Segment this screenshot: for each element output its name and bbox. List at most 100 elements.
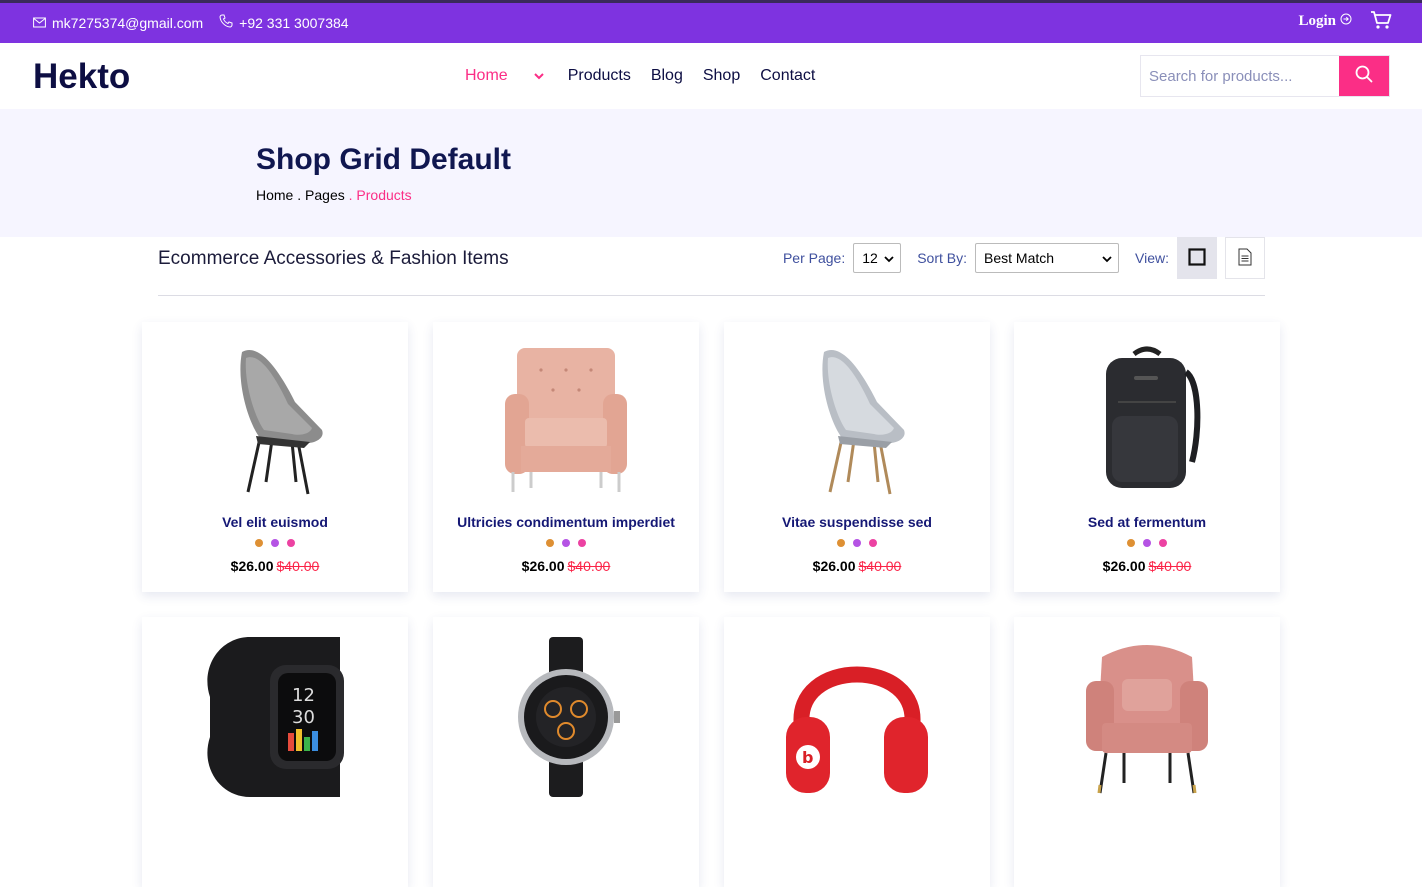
- color-swatch[interactable]: [287, 539, 295, 547]
- product-card[interactable]: Ultricies condimentum imperdiet $26.00 $4…: [433, 322, 699, 592]
- page-title: Shop Grid Default: [256, 143, 511, 176]
- color-swatch[interactable]: [578, 539, 586, 547]
- toolbar-controls: Per Page: 12 Sort By: Best Match View:: [783, 237, 1265, 279]
- login-label: Login: [1298, 13, 1336, 29]
- search-input[interactable]: [1141, 56, 1339, 96]
- sort-by-select[interactable]: Best Match: [975, 243, 1120, 273]
- nav-shop[interactable]: Shop: [703, 67, 740, 85]
- logo[interactable]: Hekto: [33, 57, 130, 97]
- sort-by-label: Sort By:: [917, 250, 968, 266]
- section-heading: Ecommerce Accessories & Fashion Items: [158, 248, 509, 269]
- product-card[interactable]: Sed at fermentum $26.00 $40.00: [1014, 322, 1280, 592]
- per-page-select[interactable]: 12: [853, 243, 902, 273]
- phone-icon: [219, 14, 233, 31]
- product-card[interactable]: [1014, 617, 1280, 887]
- phone-contact[interactable]: +92 331 3007384: [219, 14, 349, 31]
- chevron-down-icon[interactable]: [533, 69, 544, 83]
- breadcrumb-current: Products: [356, 187, 412, 203]
- mail-icon: [33, 15, 46, 31]
- main-nav: Home Products Blog Shop Contact: [465, 67, 835, 85]
- current-price: $26.00: [230, 558, 274, 574]
- current-price: $26.00: [521, 558, 565, 574]
- color-swatches: [433, 539, 699, 547]
- document-icon: [1237, 248, 1253, 269]
- product-image[interactable]: [1072, 637, 1222, 797]
- color-swatches: [1014, 539, 1280, 547]
- product-card[interactable]: 12 30: [142, 617, 408, 887]
- svg-text:b: b: [802, 748, 813, 767]
- cart-icon[interactable]: [1370, 10, 1392, 33]
- nav-contact[interactable]: Contact: [760, 67, 815, 85]
- email-text: mk7275374@gmail.com: [52, 14, 204, 31]
- color-swatch[interactable]: [837, 539, 845, 547]
- color-swatch[interactable]: [1159, 539, 1167, 547]
- per-page-value: 12: [862, 250, 878, 266]
- breadcrumb-pages[interactable]: Pages: [305, 187, 345, 203]
- breadcrumb-separator: .: [344, 187, 357, 203]
- product-image[interactable]: [782, 342, 932, 502]
- login-icon: [1340, 13, 1352, 30]
- product-price: [433, 853, 699, 869]
- product-image[interactable]: 12 30: [200, 637, 350, 797]
- email-contact[interactable]: mk7275374@gmail.com: [33, 15, 203, 31]
- product-image[interactable]: [491, 342, 641, 502]
- product-name[interactable]: Ultricies condimentum imperdiet: [433, 514, 699, 530]
- product-price: $26.00 $40.00: [1014, 558, 1280, 574]
- product-name[interactable]: Vitae suspendisse sed: [724, 514, 990, 530]
- product-price: [724, 853, 990, 869]
- top-bar: mk7275374@gmail.com +92 331 3007384 Logi…: [0, 0, 1422, 43]
- search-button[interactable]: [1339, 56, 1389, 96]
- chevron-down-icon: [1102, 250, 1112, 266]
- shop-toolbar: Ecommerce Accessories & Fashion Items Pe…: [158, 237, 1265, 296]
- current-price: $26.00: [1102, 558, 1146, 574]
- current-price: $26.00: [812, 558, 856, 574]
- search-box: [1140, 55, 1390, 97]
- nav-products[interactable]: Products: [568, 67, 631, 85]
- phone-text: +92 331 3007384: [239, 14, 349, 31]
- breadcrumb-home[interactable]: Home: [256, 187, 293, 203]
- breadcrumb: Home . Pages . Products: [256, 187, 412, 203]
- product-image[interactable]: [491, 637, 641, 797]
- nav-blog[interactable]: Blog: [651, 67, 683, 85]
- sort-by-value: Best Match: [984, 250, 1055, 266]
- breadcrumb-separator: .: [293, 187, 306, 203]
- color-swatch[interactable]: [853, 539, 861, 547]
- old-price: $40.00: [567, 558, 611, 574]
- main-header: Hekto Home Products Blog Shop Contact: [0, 43, 1422, 109]
- chevron-down-icon: [884, 250, 894, 266]
- old-price: $40.00: [858, 558, 902, 574]
- product-card[interactable]: Vel elit euismod $26.00 $40.00: [142, 322, 408, 592]
- product-price: [1014, 853, 1280, 869]
- old-price: $40.00: [1148, 558, 1192, 574]
- color-swatch[interactable]: [1127, 539, 1135, 547]
- color-swatch[interactable]: [546, 539, 554, 547]
- color-swatch[interactable]: [869, 539, 877, 547]
- product-card[interactable]: b: [724, 617, 990, 887]
- svg-text:30: 30: [292, 707, 315, 728]
- color-swatches: [142, 539, 408, 547]
- product-image[interactable]: b: [782, 637, 932, 797]
- color-swatch[interactable]: [562, 539, 570, 547]
- product-card[interactable]: Vitae suspendisse sed $26.00 $40.00: [724, 322, 990, 592]
- product-card[interactable]: [433, 617, 699, 887]
- color-swatch[interactable]: [255, 539, 263, 547]
- grid-view-button[interactable]: [1177, 237, 1217, 279]
- product-name[interactable]: Sed at fermentum: [1014, 514, 1280, 530]
- color-swatch[interactable]: [1143, 539, 1151, 547]
- nav-home[interactable]: Home: [465, 67, 508, 85]
- list-view-button[interactable]: [1225, 237, 1265, 279]
- product-price: $26.00 $40.00: [433, 558, 699, 574]
- product-image[interactable]: [1072, 342, 1222, 502]
- per-page-label: Per Page:: [782, 250, 846, 266]
- product-price: [142, 853, 408, 869]
- product-image[interactable]: [200, 342, 350, 502]
- color-swatches: [724, 539, 990, 547]
- view-label: View:: [1135, 250, 1169, 266]
- page-banner: Shop Grid Default Home . Pages . Product…: [0, 109, 1422, 237]
- product-name[interactable]: Vel elit euismod: [142, 514, 408, 530]
- login-link[interactable]: Login: [1298, 13, 1352, 30]
- color-swatch[interactable]: [271, 539, 279, 547]
- grid-view-icon: [1188, 247, 1206, 269]
- product-price: $26.00 $40.00: [724, 558, 990, 574]
- old-price: $40.00: [276, 558, 320, 574]
